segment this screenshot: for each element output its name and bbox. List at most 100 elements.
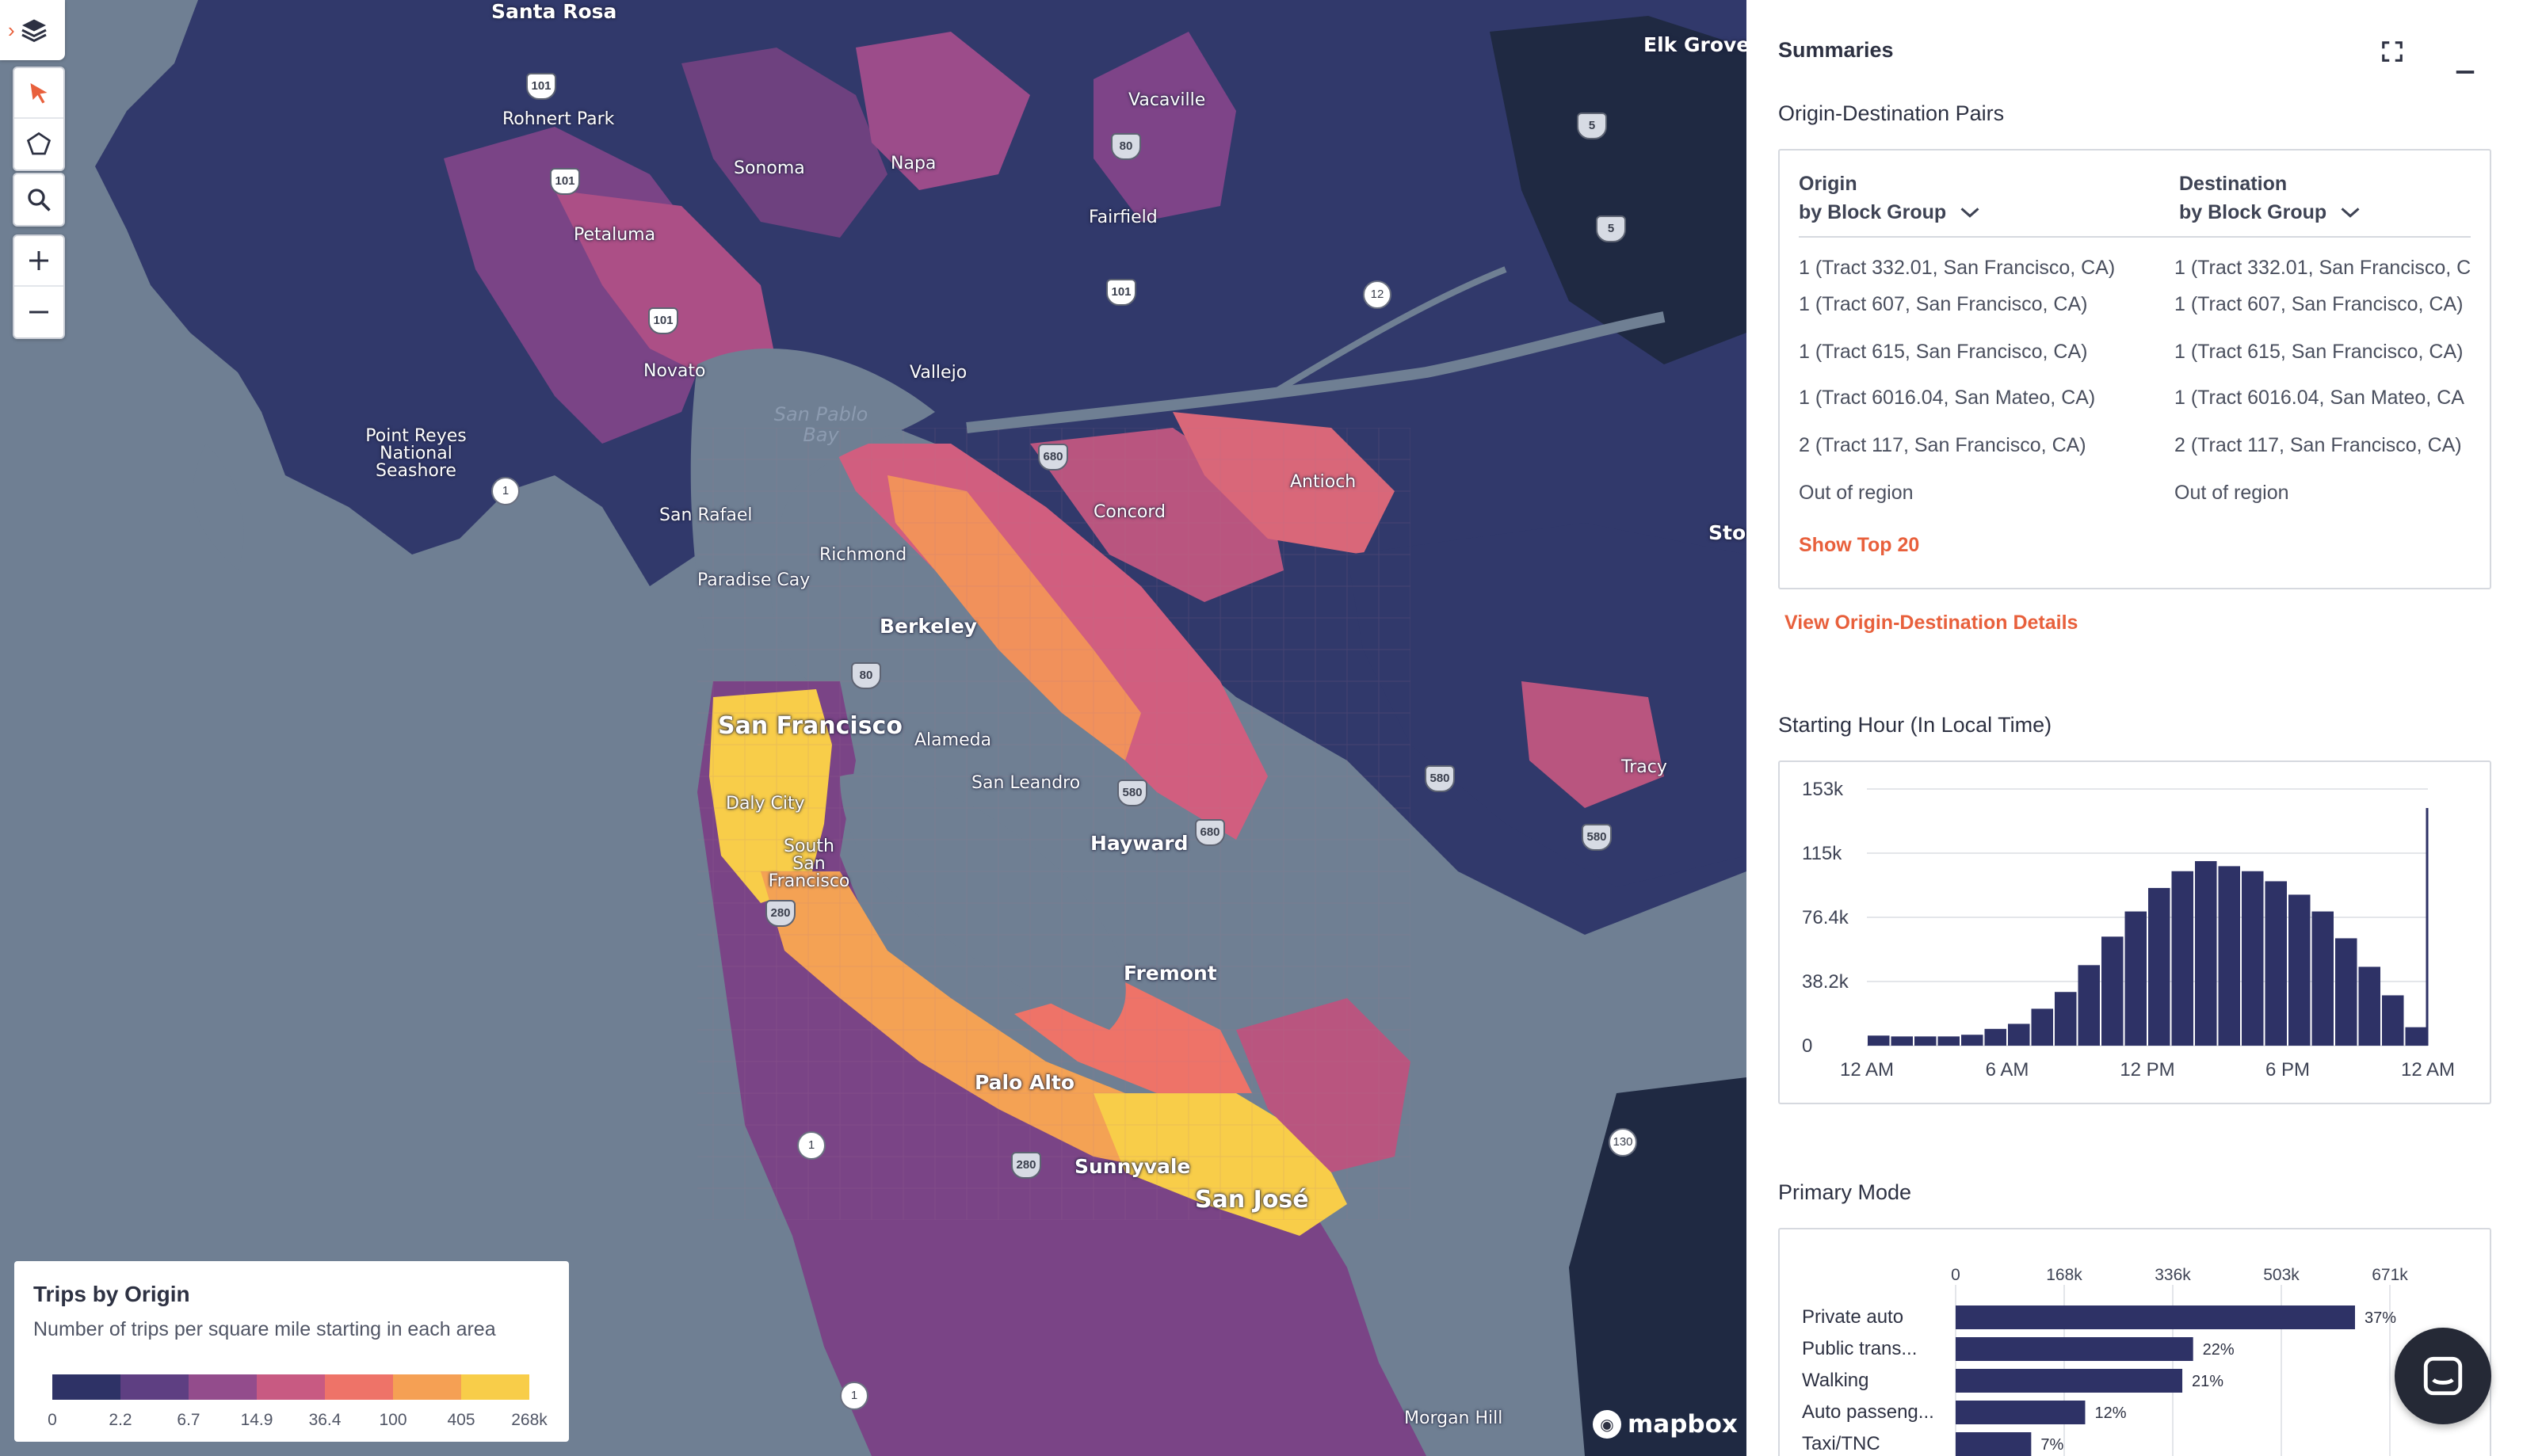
mode-category-label: Private auto <box>1802 1306 1903 1328</box>
fullscreen-icon[interactable] <box>2380 40 2404 63</box>
hour-bar <box>2288 894 2311 1046</box>
hour-bar <box>2335 938 2357 1046</box>
search-icon <box>28 189 51 212</box>
place-label-santa-rosa: Santa Rosa <box>491 0 617 23</box>
od-origin-cell[interactable]: 2 (Tract 117, San Francisco, CA) <box>1799 434 2086 457</box>
legend-tick-label: 100 <box>379 1411 407 1429</box>
chat-support-button[interactable] <box>2395 1328 2491 1424</box>
highway-shield-101: 101 <box>550 168 580 195</box>
mode-chart-box: 0 168k 336k 503k 671k Private auto 37% Public t… <box>1778 1228 2491 1456</box>
highway-shield-5: 5 <box>1577 112 1607 139</box>
map-search-button[interactable] <box>14 174 63 225</box>
od-origin-cell[interactable]: 1 (Tract 6016.04, San Mateo, CA) <box>1799 387 2095 410</box>
map-legend: Trips by Origin Number of trips per squa… <box>14 1261 569 1442</box>
highway-shield-80: 80 <box>851 662 881 689</box>
map-view[interactable]: Santa Rosa Rohnert Park Sonoma Napa Petaluma… <box>0 0 1746 1456</box>
layers-toggle[interactable]: › <box>0 0 65 60</box>
place-label-san-leandro: San Leandro <box>971 773 1081 793</box>
hour-bar <box>2405 1027 2427 1046</box>
od-destination-cell[interactable]: 1 (Tract 607, San Francisco, CA) <box>2174 293 2483 316</box>
legend-tick-label: 0 <box>48 1411 57 1429</box>
hour-bar <box>2358 966 2380 1046</box>
place-label-elk-grove: Elk Grove <box>1643 33 1746 56</box>
place-label-san-pablo-bay: San Pablo Bay <box>773 403 868 447</box>
origin-level-value: by Block Group <box>1799 201 1947 223</box>
od-origin-cell[interactable]: Out of region <box>1799 482 1914 505</box>
highway-shield-280: 280 <box>1011 1152 1041 1179</box>
primary-mode-chart[interactable]: 0 168k 336k 503k 671k Private auto 37% Public t… <box>1780 1229 2490 1456</box>
route-shield-1: 1 <box>840 1382 868 1410</box>
hour-bar <box>2008 1023 2030 1046</box>
highway-shield-101: 101 <box>1106 279 1136 306</box>
view-od-details-link[interactable]: View Origin-Destination Details <box>1784 612 2078 635</box>
polygon-tool-button[interactable] <box>14 119 63 170</box>
y-tick-label: 0 <box>1802 1035 1812 1057</box>
highway-shield-101: 101 <box>526 73 556 100</box>
x-tick-label: 503k <box>2263 1266 2300 1284</box>
origin-column-header[interactable]: Origin by Block Group <box>1799 170 1981 227</box>
legend-swatch <box>189 1374 257 1400</box>
od-destination-cell[interactable]: 1 (Tract 615, San Francisco, CA) <box>2174 341 2483 364</box>
mode-bar <box>1956 1432 2032 1456</box>
legend-swatch <box>461 1374 529 1400</box>
place-label-fairfield: Fairfield <box>1089 208 1158 227</box>
od-destination-cell[interactable]: 1 (Tract 6016.04, San Mateo, CA <box>2174 387 2483 410</box>
legend-tick-label: 6.7 <box>177 1411 200 1429</box>
origin-level-dropdown[interactable]: by Block Group <box>1799 198 1981 227</box>
od-destination-cell[interactable]: Out of region <box>2174 482 2483 505</box>
hour-bar <box>1937 1036 1960 1046</box>
destination-column-header[interactable]: Destination by Block Group <box>2179 170 2361 227</box>
place-label-rohnert-park: Rohnert Park <box>502 109 615 129</box>
hour-bar <box>1868 1035 1890 1046</box>
summaries-panel: Summaries Origin-Destination Pairs Origi… <box>1746 0 2523 1456</box>
place-label-alameda: Alameda <box>914 730 992 750</box>
hour-bar <box>2171 871 2193 1046</box>
place-label-vacaville: Vacaville <box>1128 90 1206 110</box>
mode-bar <box>1956 1305 2355 1329</box>
route-shield-130: 130 <box>1609 1128 1637 1157</box>
x-tick-label: 0 <box>1951 1266 1960 1284</box>
minimize-icon[interactable] <box>2453 52 2477 76</box>
search-control <box>13 173 65 227</box>
place-label-sunnyvale: Sunnyvale <box>1074 1155 1191 1178</box>
mode-value-label: 12% <box>2094 1405 2126 1422</box>
place-label-paradise-cay: Paradise Cay <box>697 570 811 590</box>
show-top-20-link[interactable]: Show Top 20 <box>1799 534 1919 557</box>
legend-tick-label: 268k <box>511 1411 548 1429</box>
expand-chevron-icon: › <box>8 17 15 42</box>
hour-chart-box: 153k 115k 76.4k 38.2k 0 12 AM 6 AM 12 PM 6 PM 12 … <box>1778 760 2491 1104</box>
od-origin-cell[interactable]: 1 (Tract 332.01, San Francisco, CA) <box>1799 257 2115 280</box>
hour-bar <box>2078 965 2100 1046</box>
x-tick-label: 12 PM <box>2120 1059 2174 1081</box>
destination-level-dropdown[interactable]: by Block Group <box>2179 198 2361 227</box>
x-tick-label: 12 AM <box>1840 1059 1894 1081</box>
route-shield-12: 12 <box>1363 280 1391 309</box>
y-tick-label: 76.4k <box>1802 907 1849 928</box>
od-header-divider <box>1799 236 2471 238</box>
hour-bar <box>2242 871 2264 1046</box>
legend-swatch <box>257 1374 325 1400</box>
x-tick-label: 6 PM <box>2265 1059 2310 1081</box>
od-destination-cell[interactable]: 1 (Tract 332.01, San Francisco, C <box>2174 257 2483 280</box>
mapbox-attribution[interactable]: ◉ mapbox <box>1593 1410 1738 1439</box>
legend-swatch <box>52 1374 120 1400</box>
chevron-down-icon <box>2341 208 2360 218</box>
place-label-fremont: Fremont <box>1124 962 1217 985</box>
mode-heading: Primary Mode <box>1778 1180 1912 1204</box>
zoom-out-button[interactable] <box>14 287 63 337</box>
x-tick-label: 6 AM <box>1986 1059 2029 1081</box>
place-label-antioch: Antioch <box>1290 472 1357 492</box>
highway-shield-580: 580 <box>1117 779 1147 806</box>
od-origin-cell[interactable]: 1 (Tract 615, San Francisco, CA) <box>1799 341 2087 364</box>
od-origin-cell[interactable]: 1 (Tract 607, San Francisco, CA) <box>1799 293 2087 316</box>
y-tick-label: 38.2k <box>1802 971 1849 993</box>
x-tick-label: 671k <box>2372 1266 2408 1284</box>
hour-bar <box>1914 1036 1937 1046</box>
hour-bar <box>1984 1028 2006 1046</box>
od-destination-cell[interactable]: 2 (Tract 117, San Francisco, CA) <box>2174 434 2483 457</box>
zoom-in-button[interactable] <box>14 236 63 287</box>
select-tool-button[interactable] <box>14 68 63 119</box>
starting-hour-chart[interactable]: 153k 115k 76.4k 38.2k 0 12 AM 6 AM 12 PM 6 PM 12 … <box>1780 762 2490 1103</box>
place-label-stoc: Stoc <box>1708 521 1746 544</box>
highway-shield-580: 580 <box>1425 765 1455 792</box>
